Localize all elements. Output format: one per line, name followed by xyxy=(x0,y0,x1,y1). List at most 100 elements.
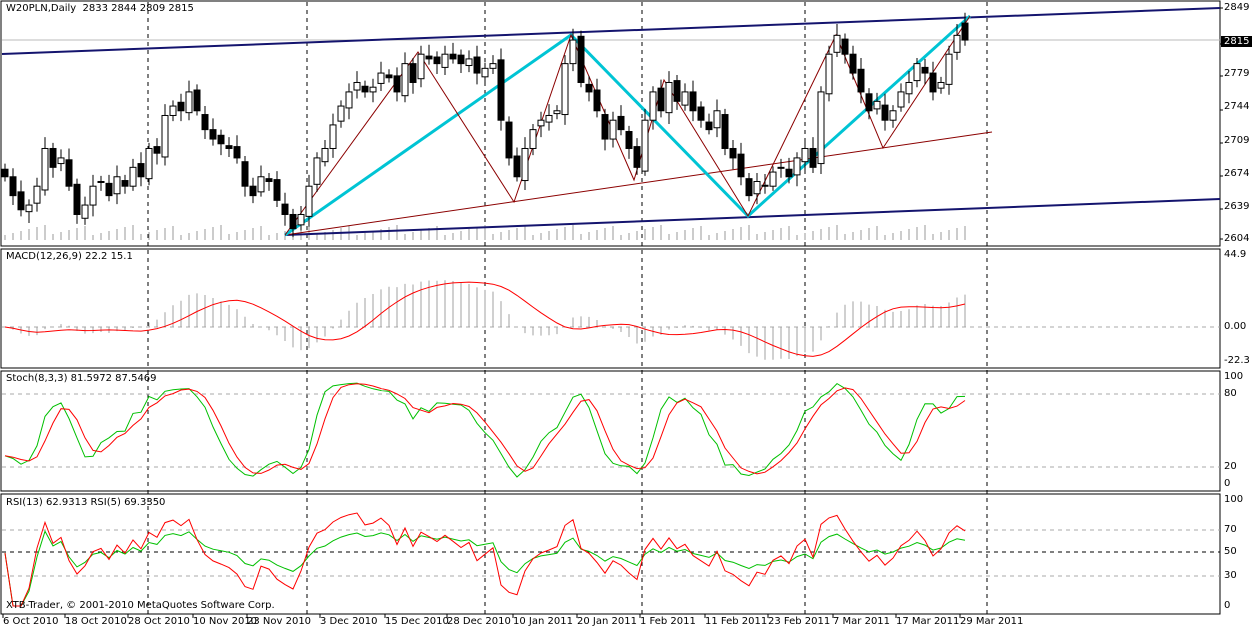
candle xyxy=(393,75,401,93)
stoch-tick: 100 xyxy=(1224,371,1244,382)
price-tick: 2674 xyxy=(1224,168,1250,179)
date-label: 11 Feb 2011 xyxy=(705,616,768,627)
candle xyxy=(793,157,801,176)
date-label: 1 Feb 2011 xyxy=(640,616,696,627)
candle xyxy=(953,34,961,53)
candle xyxy=(137,163,145,178)
candle xyxy=(761,184,769,187)
date-label: 28 Oct 2010 xyxy=(128,616,190,627)
date-label: 10 Jan 2011 xyxy=(513,616,573,627)
rsi-tick: 50 xyxy=(1224,546,1237,557)
macd-tick: -22.3 xyxy=(1224,355,1250,366)
candle xyxy=(281,203,289,215)
price-tick: 2849 xyxy=(1224,2,1250,13)
candle xyxy=(417,53,425,80)
candle xyxy=(545,114,553,123)
rsi-label: RSI(13) 62.9313 RSI(5) 69.3350 xyxy=(6,497,166,508)
candle xyxy=(617,115,625,131)
rsi5-line xyxy=(4,512,966,607)
candle xyxy=(81,204,89,219)
candle xyxy=(1,168,9,178)
candle xyxy=(697,106,705,121)
candle xyxy=(833,34,841,53)
stoch-label: Stoch(8,3,3) 81.5972 87.5469 xyxy=(6,373,157,384)
candle xyxy=(873,100,881,110)
date-label: 15 Dec 2010 xyxy=(385,616,449,627)
candle xyxy=(817,91,825,165)
candle xyxy=(329,124,337,149)
candle xyxy=(321,147,329,163)
candle xyxy=(265,178,273,182)
candle xyxy=(729,147,737,159)
candle xyxy=(897,91,905,108)
candle xyxy=(33,185,41,204)
candle xyxy=(249,185,257,197)
candle xyxy=(177,101,185,112)
candle xyxy=(721,114,729,149)
cyan-zigzag xyxy=(284,14,972,237)
candle xyxy=(129,166,137,187)
candle xyxy=(593,89,601,112)
date-label: 17 Mar 2011 xyxy=(896,616,960,627)
candle xyxy=(737,153,745,178)
date-label: 6 Oct 2010 xyxy=(3,616,59,627)
candle xyxy=(257,176,265,193)
candle xyxy=(481,67,489,78)
candle xyxy=(145,147,153,180)
candle xyxy=(649,91,657,121)
candle xyxy=(753,180,761,195)
candle xyxy=(153,146,161,154)
candle xyxy=(881,104,889,121)
candle xyxy=(561,63,569,116)
candle xyxy=(113,176,121,195)
chart-canvas[interactable] xyxy=(0,0,1258,630)
candle xyxy=(201,114,209,131)
rsi-tick: 100 xyxy=(1224,494,1244,505)
candle xyxy=(49,147,57,168)
candle xyxy=(929,72,937,93)
candle xyxy=(41,147,49,191)
candle xyxy=(537,119,545,127)
zigzag-line xyxy=(284,15,971,236)
stoch-tick: 0 xyxy=(1224,478,1231,489)
candle xyxy=(849,53,857,74)
candle xyxy=(937,81,945,89)
candle xyxy=(609,119,617,140)
candle xyxy=(513,155,521,178)
candle xyxy=(921,66,929,74)
symbol-label: W20PLN,Daily 2833 2844 2809 2815 xyxy=(6,3,194,14)
candle xyxy=(121,180,129,187)
candle xyxy=(569,39,577,65)
date-label: 28 Dec 2010 xyxy=(447,616,511,627)
macd-label: MACD(12,26,9) 22.2 15.1 xyxy=(6,251,133,262)
candle xyxy=(345,91,353,109)
candle xyxy=(73,183,81,215)
chart-window[interactable]: W20PLN,Daily 2833 2844 2809 2815 MACD(12… xyxy=(0,0,1258,630)
candle xyxy=(9,176,17,197)
candle xyxy=(57,157,65,165)
ohlc-values: 2833 2844 2809 2815 xyxy=(82,3,194,14)
candle xyxy=(97,180,105,183)
candle xyxy=(521,147,529,182)
candle xyxy=(945,53,953,85)
candle xyxy=(681,91,689,106)
panel-frame xyxy=(0,248,1221,369)
candle xyxy=(841,38,849,55)
candle xyxy=(361,85,369,93)
price-tick: 2639 xyxy=(1224,201,1250,212)
candle xyxy=(313,157,321,185)
rsi-tick: 0 xyxy=(1224,600,1231,611)
candle xyxy=(233,146,241,159)
copyright-text: XTB-Trader, © 2001-2010 MetaQuotes Softw… xyxy=(6,600,275,611)
candle xyxy=(633,146,641,168)
candle xyxy=(17,191,25,211)
candle xyxy=(713,110,721,129)
candle xyxy=(377,72,385,84)
candle xyxy=(769,171,777,187)
candle xyxy=(745,178,753,197)
candle xyxy=(785,168,793,178)
date-label: 3 Dec 2010 xyxy=(320,616,378,627)
date-label: 23 Nov 2010 xyxy=(247,616,312,627)
candle xyxy=(273,179,281,201)
candle xyxy=(577,35,585,83)
